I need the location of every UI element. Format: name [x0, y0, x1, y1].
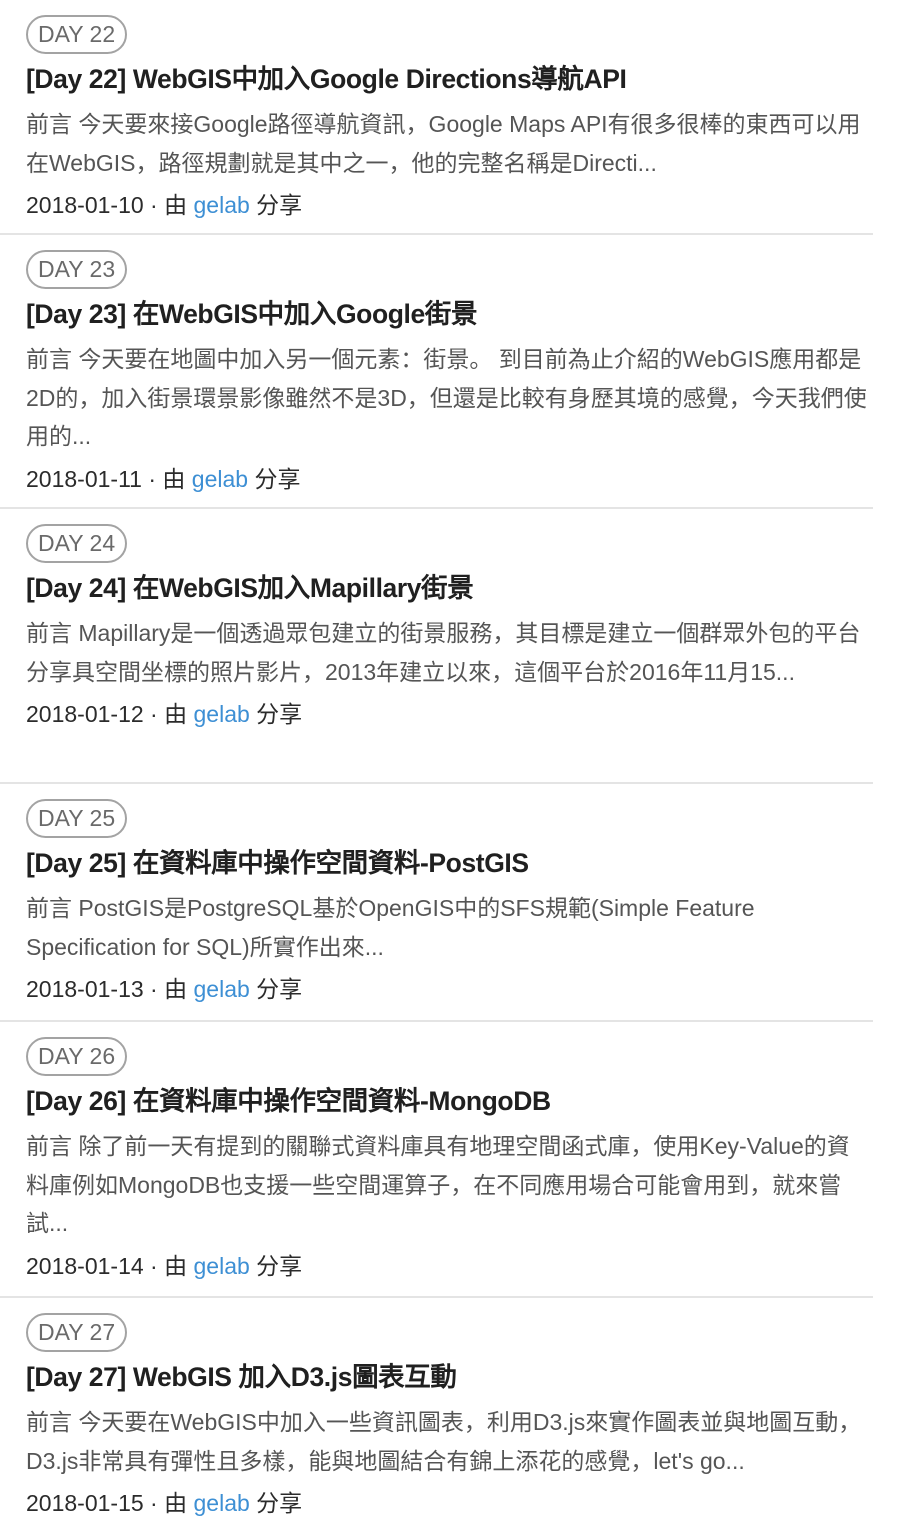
article-card: DAY 22 [Day 22] WebGIS中加入Google Directio…: [0, 0, 873, 235]
article-excerpt: 前言 PostGIS是PostgreSQL基於OpenGIS中的SFS規範(Si…: [26, 895, 755, 960]
article-card: DAY 25 [Day 25] 在資料庫中操作空間資料-PostGIS 前言 P…: [0, 784, 873, 1022]
meta-separator: · 由: [143, 976, 194, 1002]
article-excerpt: 前言 除了前一天有提到的關聯式資料庫具有地理空間函式庫，使用Key-Value的…: [26, 1133, 850, 1236]
article-meta: 2018-01-10 · 由 gelab 分享: [26, 185, 873, 225]
share-label: 分享: [249, 701, 303, 727]
share-label: 分享: [249, 976, 303, 1002]
meta-separator: · 由: [141, 465, 192, 492]
article-title-link[interactable]: [Day 22] WebGIS中加入Google Directions導航API: [26, 62, 873, 96]
publish-date: 2018-01-10: [26, 192, 144, 218]
publish-date: 2018-01-15: [26, 1490, 144, 1516]
article-feed: DAY 22 [Day 22] WebGIS中加入Google Directio…: [0, 0, 873, 1516]
day-badge[interactable]: DAY 27: [26, 1313, 128, 1352]
publish-date: 2018-01-12: [26, 701, 144, 727]
author-link[interactable]: gelab: [194, 192, 250, 218]
article-card: DAY 26 [Day 26] 在資料庫中操作空間資料-MongoDB 前言 除…: [0, 1022, 873, 1298]
publish-date: 2018-01-11: [26, 465, 142, 492]
article-excerpt: 前言 今天要在地圖中加入另一個元素：街景。 到目前為止介紹的WebGIS應用都是…: [26, 346, 867, 449]
meta-separator: · 由: [143, 1490, 194, 1516]
day-badge[interactable]: DAY 24: [26, 524, 128, 563]
day-badge[interactable]: DAY 26: [26, 1037, 128, 1076]
article-meta: 2018-01-11 · 由 gelab 分享: [26, 459, 873, 499]
article-card: DAY 23 [Day 23] 在WebGIS中加入Google街景 前言 今天…: [0, 235, 873, 509]
day-badge[interactable]: DAY 22: [26, 15, 128, 54]
share-label: 分享: [248, 465, 301, 492]
author-link[interactable]: gelab: [194, 701, 250, 727]
share-label: 分享: [249, 1490, 303, 1516]
meta-separator: · 由: [143, 192, 194, 218]
article-excerpt: 前言 Mapillary是一個透過眾包建立的街景服務，其目標是建立一個群眾外包的…: [26, 620, 861, 685]
article-meta: 2018-01-15 · 由 gelab 分享: [26, 1483, 873, 1523]
day-badge[interactable]: DAY 25: [26, 799, 128, 838]
article-title-link[interactable]: [Day 26] 在資料庫中操作空間資料-MongoDB: [26, 1084, 873, 1118]
share-label: 分享: [249, 1252, 303, 1279]
publish-date: 2018-01-13: [26, 976, 144, 1002]
article-meta: 2018-01-14 · 由 gelab 分享: [26, 1246, 873, 1286]
article-excerpt: 前言 今天要在WebGIS中加入一些資訊圖表，利用D3.js來實作圖表並與地圖互…: [26, 1409, 862, 1474]
meta-separator: · 由: [143, 701, 194, 727]
article-title-link[interactable]: [Day 23] 在WebGIS中加入Google街景: [26, 297, 873, 331]
article-meta: 2018-01-13 · 由 gelab 分享: [26, 969, 873, 1009]
article-card: DAY 27 [Day 27] WebGIS 加入D3.js圖表互動 前言 今天…: [0, 1298, 873, 1516]
author-link[interactable]: gelab: [194, 1490, 250, 1516]
article-title-link[interactable]: [Day 24] 在WebGIS加入Mapillary街景: [26, 571, 873, 605]
day-badge[interactable]: DAY 23: [26, 250, 128, 289]
meta-separator: · 由: [143, 1252, 194, 1279]
article-meta: 2018-01-12 · 由 gelab 分享: [26, 694, 873, 734]
article-card: DAY 24 [Day 24] 在WebGIS加入Mapillary街景 前言 …: [0, 509, 873, 784]
author-link[interactable]: gelab: [194, 1253, 250, 1279]
article-title-link[interactable]: [Day 27] WebGIS 加入D3.js圖表互動: [26, 1360, 873, 1394]
publish-date: 2018-01-14: [26, 1252, 144, 1279]
article-excerpt: 前言 今天要來接Google路徑導航資訊，Google Maps API有很多很…: [26, 111, 861, 176]
author-link[interactable]: gelab: [194, 976, 250, 1002]
article-title-link[interactable]: [Day 25] 在資料庫中操作空間資料-PostGIS: [26, 846, 873, 880]
author-link[interactable]: gelab: [192, 466, 248, 492]
share-label: 分享: [249, 192, 303, 218]
